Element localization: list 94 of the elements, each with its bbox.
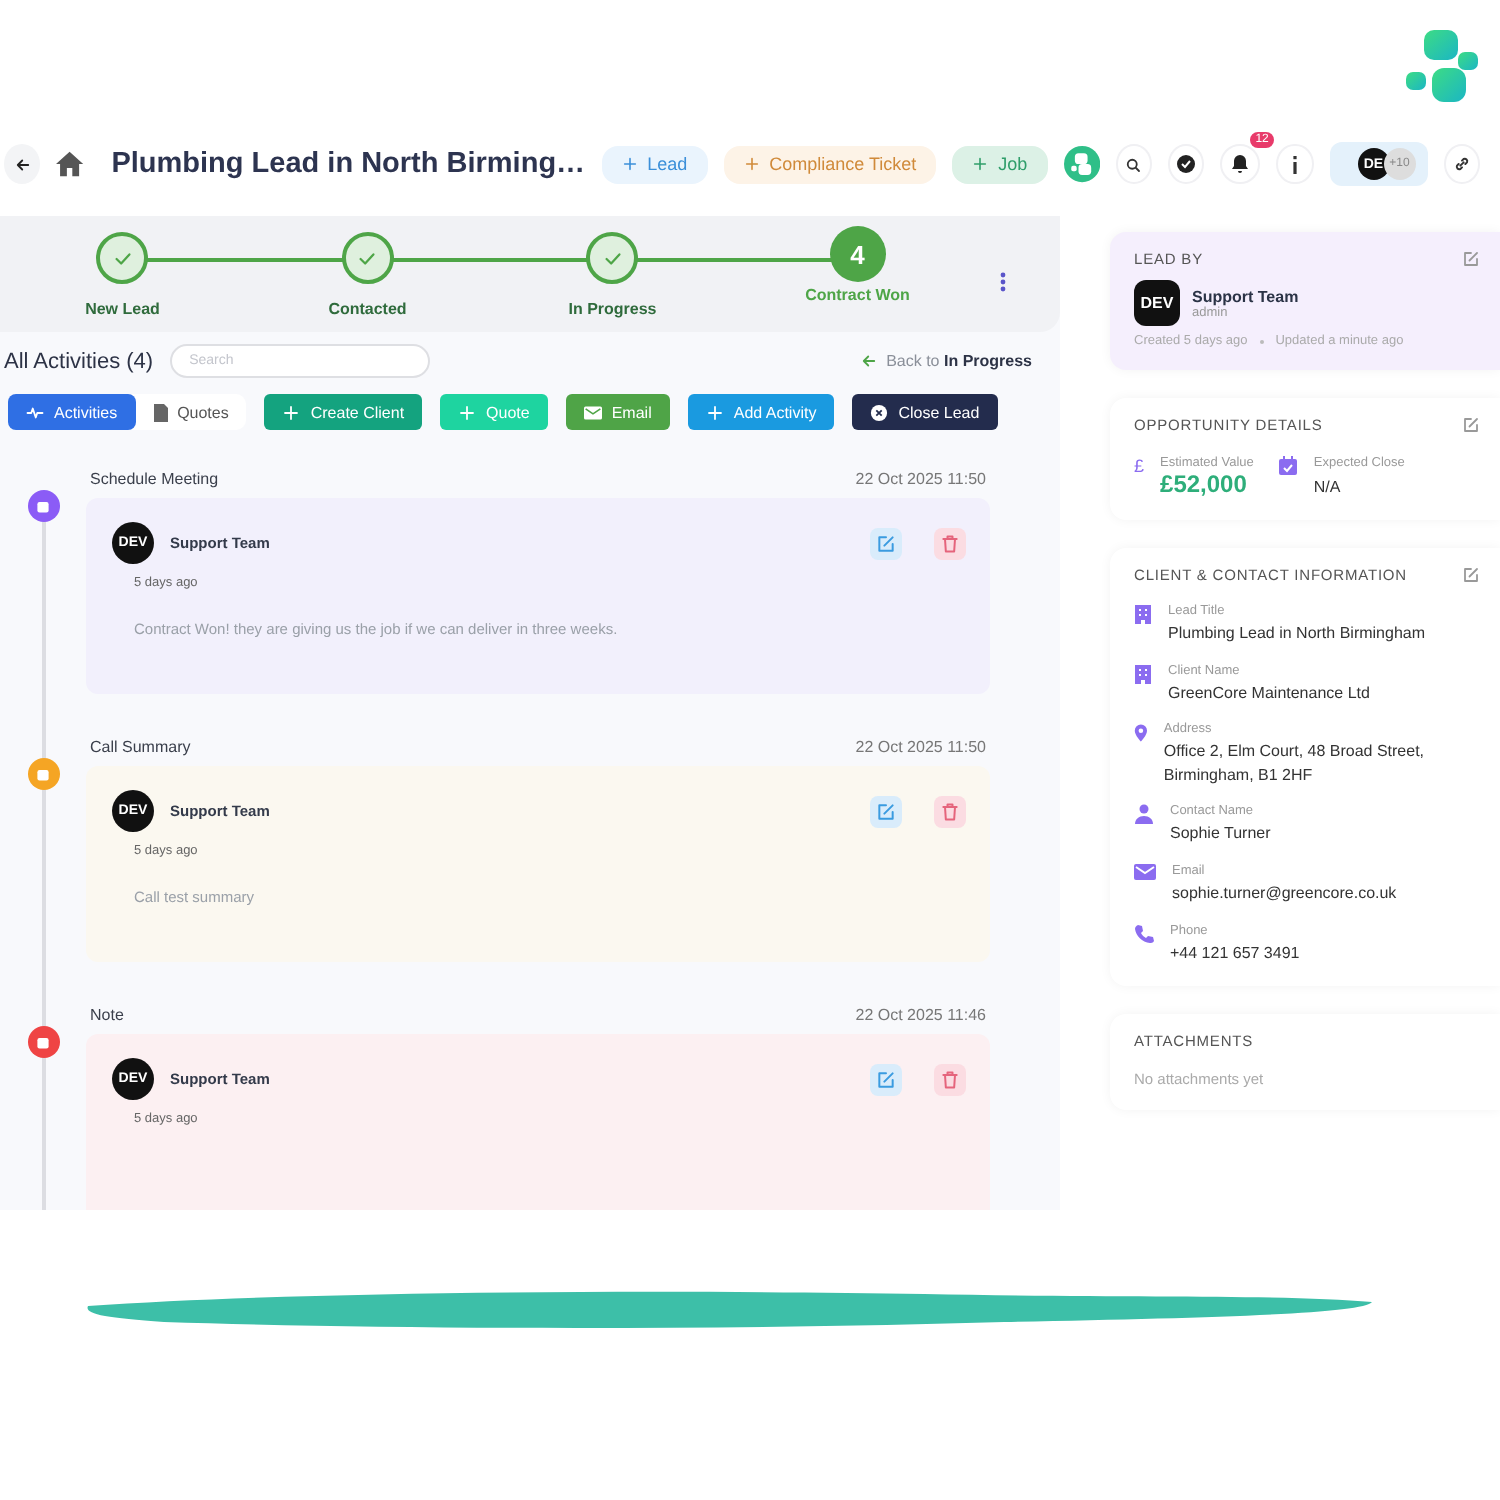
action-button[interactable]: Add Activity	[687, 394, 835, 430]
edit-icon	[876, 801, 896, 821]
edit-icon	[876, 533, 896, 553]
quick-add-button[interactable]: Compliance Ticket	[723, 145, 937, 183]
plus-icon	[972, 156, 989, 172]
step-label: In Progress	[568, 300, 657, 318]
field-value: GreenCore Maintenance Ltd	[1168, 681, 1370, 705]
home-icon[interactable]	[56, 150, 84, 178]
activity-time: 22 Oct 2025 11:50	[855, 738, 986, 756]
activity-time: 22 Oct 2025 11:46	[855, 1006, 986, 1024]
quick-add-button[interactable]: Lead	[601, 145, 708, 183]
completed-step[interactable]	[341, 232, 394, 284]
activity-title: Call Summary	[90, 738, 191, 756]
search-icon	[1124, 155, 1143, 173]
action-button[interactable]: Email	[565, 394, 670, 430]
notifications-button[interactable]	[1220, 144, 1261, 184]
link-icon	[1451, 154, 1472, 174]
check-icon	[601, 247, 624, 269]
person-icon	[1134, 804, 1154, 825]
close-circle-icon	[870, 403, 889, 421]
trash-icon	[940, 1069, 960, 1089]
mail-icon	[583, 405, 602, 419]
plus-icon	[743, 156, 760, 172]
action-button[interactable]: Close Lead	[852, 394, 998, 430]
info-button[interactable]	[1276, 144, 1314, 184]
link-button[interactable]	[1443, 144, 1481, 184]
field-value: Office 2, Elm Court, 48 Broad Street, Birmingham, B1 2HF	[1163, 740, 1427, 787]
step-label: Contract Won	[805, 286, 910, 304]
edit-button[interactable]	[870, 795, 902, 827]
arrow-left-icon	[860, 352, 879, 370]
bell-icon	[1230, 154, 1251, 174]
edit-icon	[1462, 250, 1480, 268]
logo-icon	[1404, 28, 1480, 108]
edit-button[interactable]	[870, 527, 902, 559]
view-tab[interactable]: Activities	[8, 394, 136, 430]
trash-icon	[940, 533, 960, 553]
delete-button[interactable]	[934, 795, 966, 827]
activity-title: Schedule Meeting	[90, 470, 219, 488]
page-title: Plumbing Lead in North Birming…	[111, 148, 586, 180]
quick-add-button[interactable]: Job	[952, 145, 1048, 183]
completed-step[interactable]	[586, 232, 639, 284]
activity-time: 22 Oct 2025 11:50	[855, 470, 986, 488]
info-icon	[1292, 155, 1299, 173]
building-icon	[1134, 604, 1152, 624]
mail-icon	[1134, 863, 1156, 880]
team-avatar: DEV	[1134, 280, 1180, 326]
building-icon	[1134, 663, 1152, 684]
field-value: N/A	[1313, 478, 1343, 496]
current-step[interactable]: 4	[829, 226, 886, 282]
pulse-icon	[26, 403, 44, 421]
activity-type-icon	[27, 1026, 59, 1058]
plus-icon	[458, 403, 477, 421]
location-pin-icon	[1134, 722, 1148, 745]
activity-type-icon	[27, 758, 59, 790]
edit-icon	[876, 1069, 896, 1089]
calendar-icon	[1277, 456, 1298, 476]
phone-icon	[1134, 923, 1154, 944]
tasks-button[interactable]	[1168, 144, 1205, 184]
view-tab[interactable]: Quotes	[135, 394, 247, 430]
arrow-left-icon	[13, 155, 32, 173]
edit-icon	[1462, 416, 1480, 434]
plus-icon	[705, 403, 724, 421]
field-value: Sophie Turner	[1170, 822, 1271, 846]
check-icon	[111, 247, 134, 269]
delete-button[interactable]	[934, 527, 966, 559]
edit-icon	[1462, 566, 1480, 584]
delete-button[interactable]	[934, 1063, 966, 1095]
check-circle-icon	[1176, 154, 1197, 174]
lead-owner-name: Support Team	[1192, 287, 1299, 305]
back-link[interactable]: Back to In Progress	[886, 352, 1032, 370]
edit-button[interactable]	[870, 1063, 902, 1095]
action-button[interactable]: Quote	[440, 394, 548, 430]
activity-title: Note	[90, 1006, 124, 1024]
action-button[interactable]: Create Client	[264, 394, 423, 430]
field-value: Plumbing Lead in North Birmingham	[1168, 622, 1426, 646]
search-button[interactable]	[1115, 144, 1153, 184]
back-button[interactable]	[4, 144, 41, 184]
step-label: Contacted	[328, 300, 407, 318]
activities-title: All Activities (4)	[4, 349, 154, 373]
check-icon	[356, 247, 379, 269]
field-value: +44 121 657 3491	[1170, 941, 1300, 965]
pound-icon: £	[1134, 456, 1145, 476]
plus-icon	[282, 403, 301, 421]
completed-step[interactable]	[96, 232, 149, 284]
field-value: £52,000	[1160, 470, 1249, 498]
plus-icon	[621, 156, 638, 172]
app-logo-icon[interactable]	[1063, 144, 1100, 184]
more-options-icon[interactable]	[1000, 272, 1006, 292]
trash-icon	[940, 801, 960, 821]
step-label: New Lead	[85, 300, 160, 318]
field-value: sophie.turner@greencore.co.uk	[1172, 881, 1397, 906]
activity-type-icon	[27, 490, 59, 522]
document-icon	[153, 403, 168, 421]
separator-dot	[1259, 339, 1264, 343]
